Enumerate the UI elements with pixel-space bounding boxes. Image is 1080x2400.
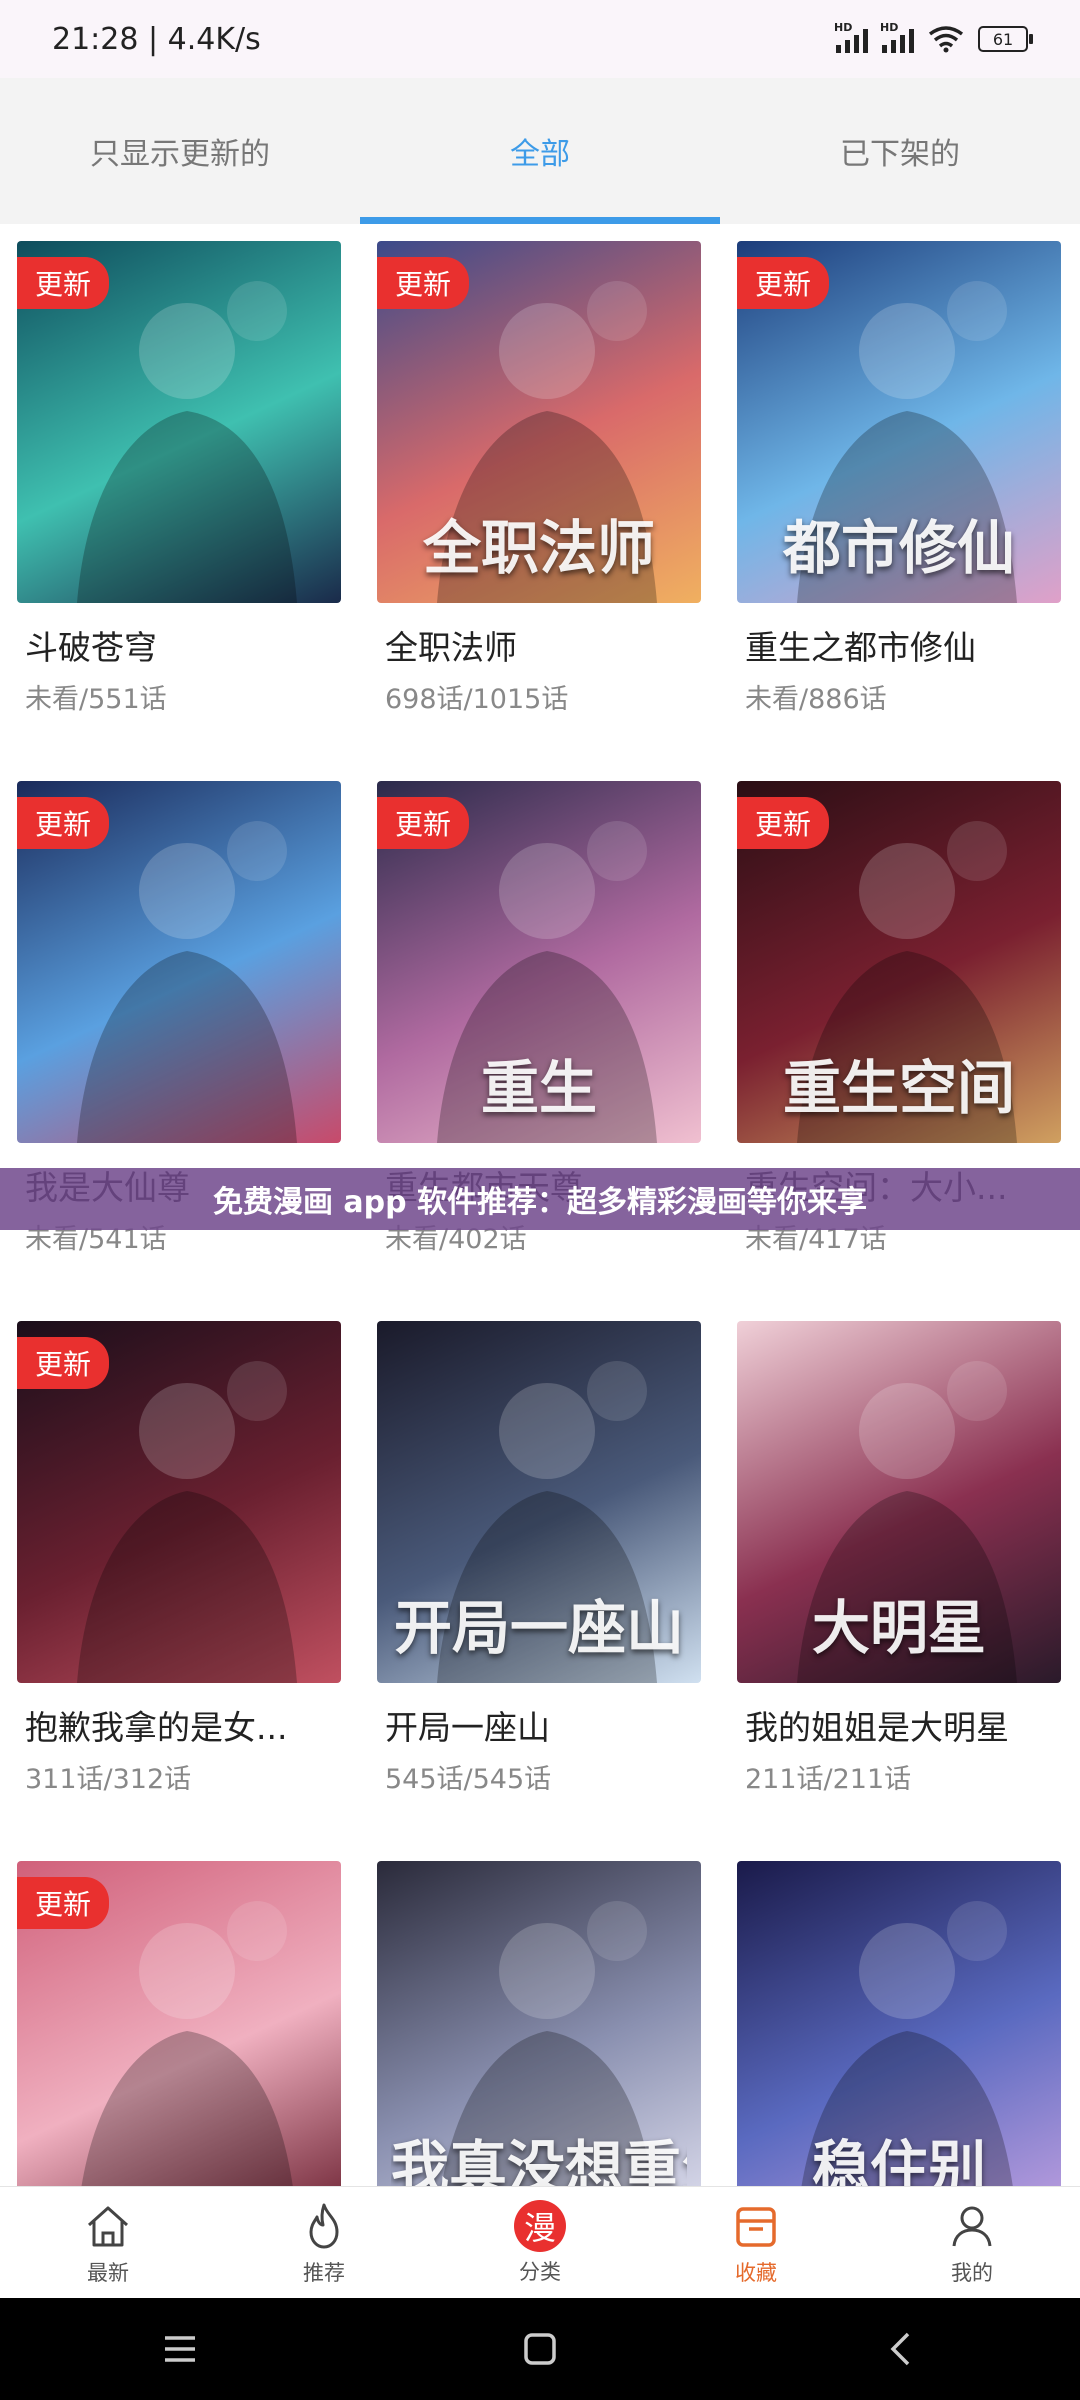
nav-recommend-label: 推荐 xyxy=(303,2261,345,2285)
update-badge: 更新 xyxy=(377,257,470,309)
update-badge: 更新 xyxy=(17,1337,110,1389)
network-speed: 4.4K/s xyxy=(167,21,261,57)
cover-title-art: 重生空间 xyxy=(782,1054,1015,1122)
nav-favorites[interactable]: 收藏 xyxy=(648,2187,864,2299)
update-badge: 更新 xyxy=(17,797,110,849)
comic-cover[interactable]: 更新 xyxy=(17,781,341,1143)
cover-title-art: 重生 xyxy=(480,1054,597,1122)
comic-cover[interactable]: 更新重生 xyxy=(377,781,701,1143)
signal-hd-label: HD xyxy=(834,21,853,34)
comic-cover[interactable]: 我真没想重生啊 xyxy=(377,1861,701,2186)
comic-progress: 545话/545话 xyxy=(385,1764,552,1795)
status-separator: | xyxy=(148,21,159,57)
battery-icon: 61 xyxy=(978,26,1033,52)
comic-card[interactable]: 更新 全职法师 全职法师 698话/1015话 xyxy=(377,241,701,716)
status-icons: HD HD 61 xyxy=(834,21,1033,53)
comic-card[interactable]: 更新斗破苍穹未看/551话 xyxy=(17,241,341,716)
manga-seal-icon: 漫 xyxy=(514,2200,566,2252)
comic-card[interactable]: 更新都市修仙重生之都市修仙未看/886话 xyxy=(737,241,1061,716)
tab-updated-only[interactable]: 只显示更新的 xyxy=(0,78,360,224)
battery-level: 61 xyxy=(992,29,1014,49)
wifi-icon xyxy=(928,26,964,53)
update-badge: 更新 xyxy=(377,797,470,849)
comic-card[interactable]: 我真没想重生啊 xyxy=(377,1861,701,2186)
comic-progress: 未看/551话 xyxy=(25,684,167,715)
nav-category[interactable]: 漫 分类 xyxy=(432,2187,648,2299)
menu-icon xyxy=(165,2336,195,2362)
bookshelf-icon xyxy=(736,2207,776,2247)
comic-progress: 211话/211话 xyxy=(745,1764,912,1795)
comic-cover[interactable]: 更新都市修仙 xyxy=(737,241,1061,603)
cover-title-art: 都市修仙 xyxy=(782,514,1015,582)
comic-progress: 未看/886话 xyxy=(745,684,887,715)
tab-removed[interactable]: 已下架的 xyxy=(720,78,1080,224)
update-badge: 更新 xyxy=(17,257,110,309)
signal-icon: HD xyxy=(834,21,868,53)
cover-title-art: 我真没想重生啊 xyxy=(391,2134,687,2186)
comic-card[interactable]: 更新抱歉我拿的是女... 311话/312话 xyxy=(17,1321,341,1796)
filter-tabs: 只显示更新的 全部 已下架的 xyxy=(0,78,1080,224)
cover-title-art: 开局一座山 xyxy=(393,1594,684,1662)
nav-category-label: 分类 xyxy=(519,2260,561,2284)
signal-icon: HD xyxy=(880,21,914,53)
comic-title: 抱歉我拿的是女... xyxy=(25,1708,288,1747)
cover-title-art: 大明星 xyxy=(811,1594,986,1662)
user-icon xyxy=(952,2206,992,2247)
home-button[interactable] xyxy=(510,2319,570,2379)
comic-cover[interactable]: 更新 xyxy=(17,1321,341,1683)
flame-icon xyxy=(309,2203,339,2249)
comic-card[interactable]: 开局一座山 开局一座山 545话/545话 xyxy=(377,1321,701,1796)
nav-latest-label: 最新 xyxy=(87,2261,129,2285)
comic-cover[interactable]: 更新全职法师 xyxy=(377,241,701,603)
comic-cover[interactable]: 更新 xyxy=(17,241,341,603)
comic-progress: 311话/312话 xyxy=(25,1764,192,1795)
comic-card[interactable]: 大明星我的姐姐是大明星 211话/211话 xyxy=(737,1321,1061,1796)
cover-title-art: 稳住别 xyxy=(811,2134,986,2186)
comic-title: 全职法师 xyxy=(385,628,517,667)
nav-recommend[interactable]: 推荐 xyxy=(216,2187,432,2299)
comic-title: 斗破苍穹 xyxy=(25,628,157,667)
promo-banner-text: 免费漫画 app 软件推荐：超多精彩漫画等你来享 xyxy=(212,1185,868,1220)
update-badge: 更新 xyxy=(737,257,830,309)
status-bar: 21:28 | 4.4K/s HD HD 61 xyxy=(0,0,1080,78)
status-time: 21:28 xyxy=(52,21,139,57)
nav-latest[interactable]: 最新 xyxy=(0,2187,216,2299)
signal-hd-label: HD xyxy=(880,21,899,34)
nav-profile[interactable]: 我的 xyxy=(864,2187,1080,2299)
back-chevron-icon xyxy=(890,2332,910,2366)
comic-title: 重生之都市修仙 xyxy=(745,628,976,667)
nav-profile-label: 我的 xyxy=(951,2261,993,2285)
promo-banner: 免费漫画 app 软件推荐：超多精彩漫画等你来享 xyxy=(0,1168,1080,1230)
status-time-speed: 21:28 | 4.4K/s xyxy=(52,22,261,57)
comic-cover[interactable]: 大明星 xyxy=(737,1321,1061,1683)
comic-cover[interactable]: 更新 xyxy=(17,1861,341,2186)
home-icon xyxy=(87,2206,129,2247)
cover-title-art: 全职法师 xyxy=(422,514,655,582)
comic-cover[interactable]: 更新重生空间 xyxy=(737,781,1061,1143)
comic-progress: 698话/1015话 xyxy=(385,684,569,715)
back-button[interactable] xyxy=(870,2319,930,2379)
tab-all[interactable]: 全部 xyxy=(360,78,720,224)
menu-button[interactable] xyxy=(150,2319,210,2379)
comic-cover[interactable]: 开局一座山 xyxy=(377,1321,701,1683)
comic-title: 我的姐姐是大明星 xyxy=(745,1708,1009,1747)
comic-title: 开局一座山 xyxy=(385,1708,550,1747)
nav-favorites-label: 收藏 xyxy=(735,2261,777,2285)
update-badge: 更新 xyxy=(17,1877,110,1929)
comic-card[interactable]: 更新 xyxy=(17,1861,341,2186)
system-navigation-bar xyxy=(0,2298,1080,2400)
update-badge: 更新 xyxy=(737,797,830,849)
square-icon xyxy=(524,2333,556,2365)
comic-cover[interactable]: 稳住别 xyxy=(737,1861,1061,2186)
comic-card[interactable]: 稳住别 xyxy=(737,1861,1061,2186)
bottom-navigation: 最新 推荐 漫 分类 收藏 我的 xyxy=(0,2186,1080,2299)
